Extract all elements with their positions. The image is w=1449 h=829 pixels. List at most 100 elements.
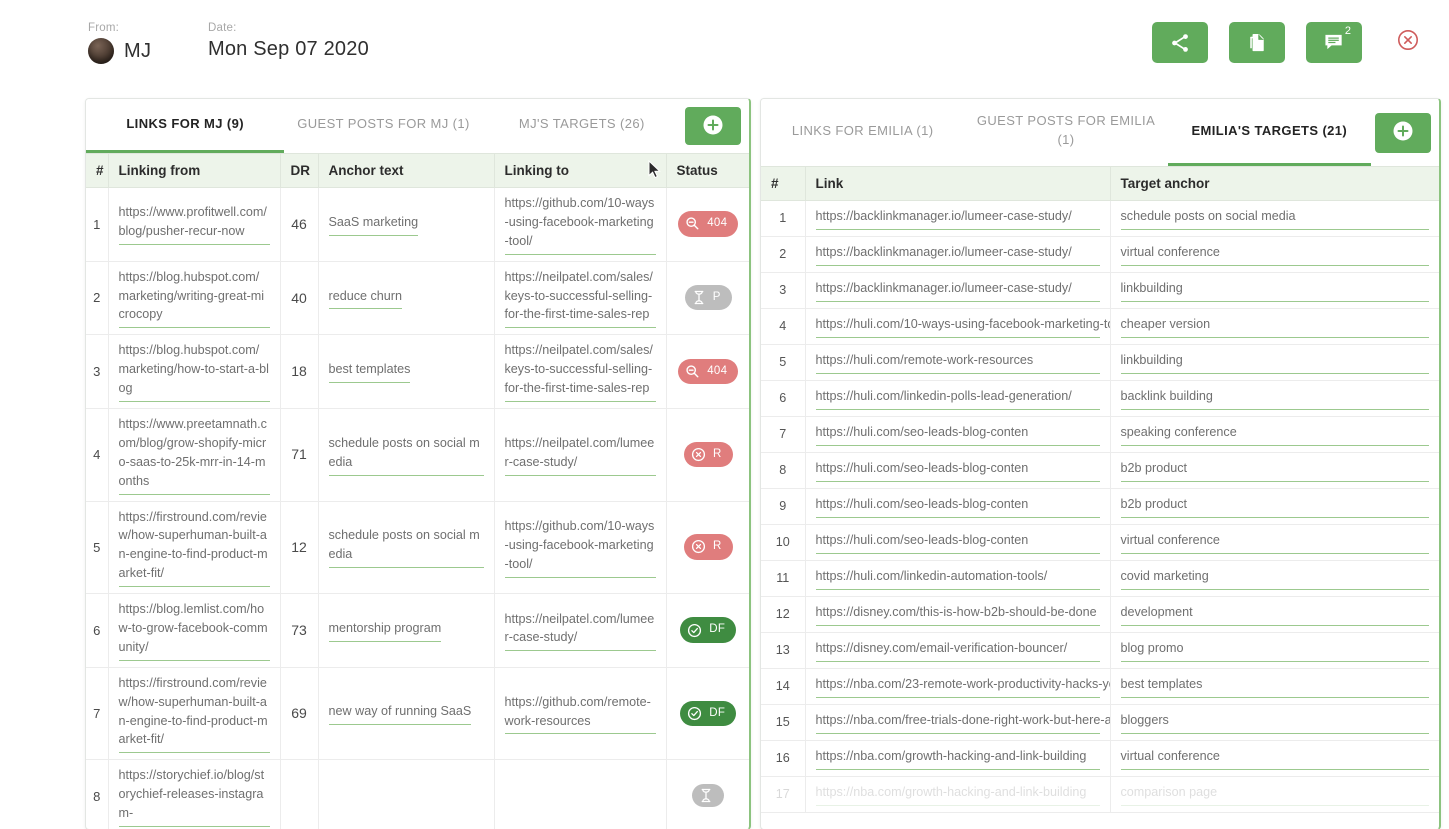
cell-status[interactable]: R bbox=[666, 409, 749, 502]
cell-target-anchor[interactable]: cheaper version bbox=[1110, 309, 1439, 345]
cell-target-anchor[interactable]: best templates bbox=[1110, 669, 1439, 705]
cell-status[interactable]: R bbox=[666, 501, 749, 594]
status-badge[interactable]: R bbox=[684, 442, 733, 467]
cell-dr[interactable]: 71 bbox=[280, 409, 318, 502]
status-badge[interactable]: DF bbox=[680, 617, 736, 642]
table-row[interactable]: 3https://backlinkmanager.io/lumeer-case-… bbox=[761, 273, 1439, 309]
table-row[interactable]: 4https://huli.com/10-ways-using-facebook… bbox=[761, 309, 1439, 345]
cell-status[interactable] bbox=[666, 760, 749, 829]
cell-linking-to[interactable] bbox=[494, 760, 666, 829]
table-row[interactable]: 6https://blog.lemlist.com/how-to-grow-fa… bbox=[86, 594, 749, 668]
cell-target-anchor[interactable]: linkbuilding bbox=[1110, 345, 1439, 381]
cell-target-anchor[interactable]: speaking conference bbox=[1110, 417, 1439, 453]
cell-target-anchor[interactable]: linkbuilding bbox=[1110, 273, 1439, 309]
cell-link[interactable]: https://disney.com/email-verification-bo… bbox=[805, 633, 1110, 669]
cell-target-anchor[interactable]: backlink building bbox=[1110, 381, 1439, 417]
add-link-button[interactable] bbox=[685, 107, 741, 145]
cell-link[interactable]: https://huli.com/seo-leads-blog-conten bbox=[805, 417, 1110, 453]
cell-status[interactable]: DF bbox=[666, 594, 749, 668]
cell-link[interactable]: https://nba.com/23-remote-work-productiv… bbox=[805, 669, 1110, 705]
cell-anchor-text[interactable] bbox=[318, 760, 494, 829]
cell-dr[interactable] bbox=[280, 760, 318, 829]
cell-anchor-text[interactable]: best templates bbox=[318, 335, 494, 409]
duplicate-button[interactable] bbox=[1229, 22, 1285, 63]
cell-linking-to[interactable]: https://neilpatel.com/lumeer-case-study/ bbox=[494, 409, 666, 502]
cell-link[interactable]: https://huli.com/seo-leads-blog-conten bbox=[805, 489, 1110, 525]
status-badge[interactable] bbox=[692, 784, 724, 807]
status-badge[interactable]: 404 bbox=[678, 359, 738, 384]
cell-linking-from[interactable]: https://blog.hubspot.com/marketing/writi… bbox=[108, 261, 280, 335]
cell-link[interactable]: https://backlinkmanager.io/lumeer-case-s… bbox=[805, 273, 1110, 309]
cell-linking-to[interactable]: https://neilpatel.com/sales/keys-to-succ… bbox=[494, 261, 666, 335]
cell-linking-from[interactable]: https://firstround.com/review/how-superh… bbox=[108, 501, 280, 594]
cell-anchor-text[interactable]: mentorship program bbox=[318, 594, 494, 668]
table-row[interactable]: 13https://disney.com/email-verification-… bbox=[761, 633, 1439, 669]
table-row[interactable]: 5https://huli.com/remote-work-resourcesl… bbox=[761, 345, 1439, 381]
cell-link[interactable]: https://nba.com/free-trials-done-right-w… bbox=[805, 705, 1110, 741]
close-button[interactable] bbox=[1393, 28, 1423, 58]
table-row[interactable]: 14https://nba.com/23-remote-work-product… bbox=[761, 669, 1439, 705]
cell-anchor-text[interactable]: new way of running SaaS bbox=[318, 667, 494, 760]
table-row[interactable]: 8https://storychief.io/blog/storychief-r… bbox=[86, 760, 749, 829]
cell-link[interactable]: https://backlinkmanager.io/lumeer-case-s… bbox=[805, 237, 1110, 273]
cell-dr[interactable]: 69 bbox=[280, 667, 318, 760]
cell-target-anchor[interactable]: comparison page bbox=[1110, 777, 1439, 813]
cell-link[interactable]: https://huli.com/seo-leads-blog-conten bbox=[805, 453, 1110, 489]
cell-target-anchor[interactable]: virtual conference bbox=[1110, 237, 1439, 273]
cell-status[interactable]: DF bbox=[666, 667, 749, 760]
cell-linking-from[interactable]: https://blog.hubspot.com/marketing/how-t… bbox=[108, 335, 280, 409]
add-target-button[interactable] bbox=[1375, 113, 1431, 153]
cell-status[interactable]: P bbox=[666, 261, 749, 335]
table-row[interactable]: 1https://backlinkmanager.io/lumeer-case-… bbox=[761, 201, 1439, 237]
cell-anchor-text[interactable]: schedule posts on social media bbox=[318, 409, 494, 502]
cell-status[interactable]: 404 bbox=[666, 335, 749, 409]
table-row[interactable]: 4https://www.preetamnath.com/blog/grow-s… bbox=[86, 409, 749, 502]
cell-target-anchor[interactable]: covid marketing bbox=[1110, 561, 1439, 597]
status-badge[interactable]: R bbox=[684, 534, 733, 559]
left-table-scroll[interactable]: # Linking from DR Anchor text Linking to… bbox=[86, 153, 749, 829]
cell-target-anchor[interactable]: virtual conference bbox=[1110, 741, 1439, 777]
cell-target-anchor[interactable]: b2b product bbox=[1110, 489, 1439, 525]
cell-link[interactable]: https://huli.com/seo-leads-blog-conten bbox=[805, 525, 1110, 561]
cell-target-anchor[interactable]: schedule posts on social media bbox=[1110, 201, 1439, 237]
cell-anchor-text[interactable]: SaaS marketing bbox=[318, 188, 494, 262]
cell-linking-to[interactable]: https://github.com/remote-work-resources bbox=[494, 667, 666, 760]
table-row[interactable]: 10https://huli.com/seo-leads-blog-conten… bbox=[761, 525, 1439, 561]
right-table-scroll[interactable]: # Link Target anchor 1https://backlinkma… bbox=[761, 166, 1439, 829]
cell-linking-from[interactable]: https://firstround.com/review/how-superh… bbox=[108, 667, 280, 760]
table-row[interactable]: 8https://huli.com/seo-leads-blog-contenb… bbox=[761, 453, 1439, 489]
cell-anchor-text[interactable]: schedule posts on social media bbox=[318, 501, 494, 594]
cell-target-anchor[interactable]: b2b product bbox=[1110, 453, 1439, 489]
cell-link[interactable]: https://disney.com/this-is-how-b2b-shoul… bbox=[805, 597, 1110, 633]
cell-anchor-text[interactable]: reduce churn bbox=[318, 261, 494, 335]
cell-linking-to[interactable]: https://github.com/10-ways-using-faceboo… bbox=[494, 188, 666, 262]
table-row[interactable]: 9https://huli.com/seo-leads-blog-contenb… bbox=[761, 489, 1439, 525]
table-row[interactable]: 7https://firstround.com/review/how-super… bbox=[86, 667, 749, 760]
cell-dr[interactable]: 12 bbox=[280, 501, 318, 594]
cell-link[interactable]: https://nba.com/growth-hacking-and-link-… bbox=[805, 777, 1110, 813]
cell-linking-from[interactable]: https://storychief.io/blog/storychief-re… bbox=[108, 760, 280, 829]
table-row[interactable]: 5https://firstround.com/review/how-super… bbox=[86, 501, 749, 594]
cell-dr[interactable]: 73 bbox=[280, 594, 318, 668]
cell-link[interactable]: https://huli.com/remote-work-resources bbox=[805, 345, 1110, 381]
cell-target-anchor[interactable]: blog promo bbox=[1110, 633, 1439, 669]
table-row[interactable]: 15https://nba.com/free-trials-done-right… bbox=[761, 705, 1439, 741]
table-row[interactable]: 6https://huli.com/linkedin-polls-lead-ge… bbox=[761, 381, 1439, 417]
tab-links-for-emilia[interactable]: LINKS FOR EMILIA (1) bbox=[761, 99, 964, 166]
tab-mjs-targets[interactable]: MJ'S TARGETS (26) bbox=[483, 99, 681, 153]
cell-dr[interactable]: 46 bbox=[280, 188, 318, 262]
tab-guest-posts-for-emilia[interactable]: GUEST POSTS FOR EMILIA (1) bbox=[964, 99, 1167, 166]
cell-linking-from[interactable]: https://www.preetamnath.com/blog/grow-sh… bbox=[108, 409, 280, 502]
tab-guest-posts-for-mj[interactable]: GUEST POSTS FOR MJ (1) bbox=[284, 99, 482, 153]
cell-target-anchor[interactable]: bloggers bbox=[1110, 705, 1439, 741]
cell-target-anchor[interactable]: development bbox=[1110, 597, 1439, 633]
cell-target-anchor[interactable]: virtual conference bbox=[1110, 525, 1439, 561]
comments-button[interactable]: 2 bbox=[1306, 22, 1362, 63]
table-row[interactable]: 17https://nba.com/growth-hacking-and-lin… bbox=[761, 777, 1439, 813]
cell-link[interactable]: https://huli.com/linkedin-automation-too… bbox=[805, 561, 1110, 597]
tab-links-for-mj[interactable]: LINKS FOR MJ (9) bbox=[86, 99, 284, 153]
cell-link[interactable]: https://huli.com/10-ways-using-facebook-… bbox=[805, 309, 1110, 345]
status-badge[interactable]: DF bbox=[680, 701, 736, 726]
cell-linking-to[interactable]: https://neilpatel.com/lumeer-case-study/ bbox=[494, 594, 666, 668]
cell-link[interactable]: https://backlinkmanager.io/lumeer-case-s… bbox=[805, 201, 1110, 237]
